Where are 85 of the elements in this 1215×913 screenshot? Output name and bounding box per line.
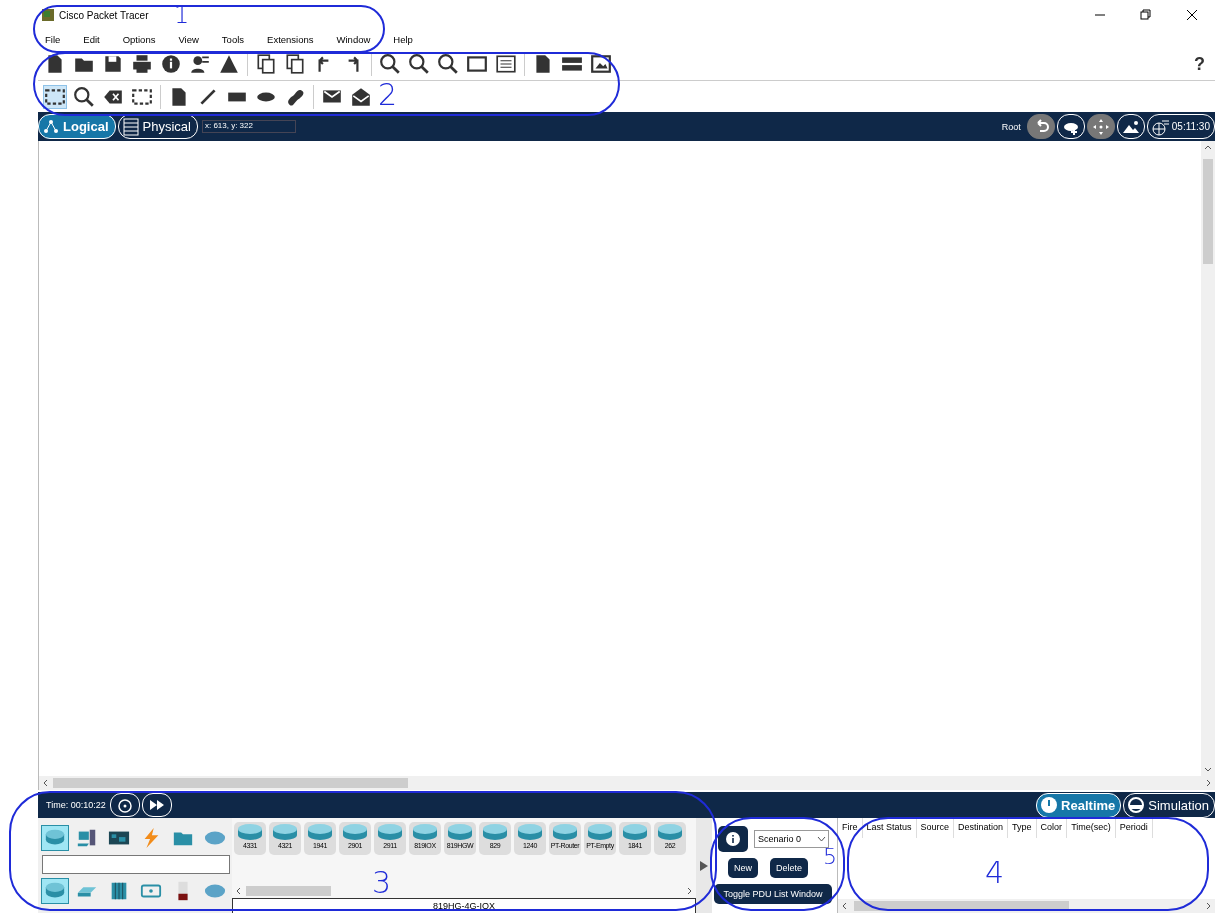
reset-time-button[interactable] [109, 793, 140, 817]
paste-icon[interactable] [284, 53, 306, 75]
annotation-number: 2 [378, 80, 398, 110]
search-icon[interactable] [73, 85, 95, 108]
scenario-button[interactable]: Delete [770, 858, 809, 878]
move-icon [1091, 117, 1110, 136]
clock-icon [1040, 796, 1059, 814]
network-icon [43, 118, 59, 135]
menu-item[interactable]: Edit [83, 33, 100, 45]
reset-icon [116, 797, 133, 813]
stopwatch-icon [1127, 796, 1146, 814]
picture-icon[interactable] [590, 53, 612, 75]
router-icon [236, 822, 264, 842]
column-header: Fire [838, 818, 863, 838]
annotation-number: 5 [823, 846, 837, 868]
menu-item[interactable]: File [45, 33, 61, 45]
scenario-button[interactable]: New [728, 858, 758, 878]
annotation-number: 3 [372, 868, 392, 898]
column-header: Type [1008, 818, 1037, 838]
router-icon [481, 822, 509, 842]
menu-item[interactable]: View [178, 33, 199, 45]
fast-forward-icon [148, 797, 165, 813]
router-icon [446, 822, 474, 842]
help-button[interactable]: ? [1194, 53, 1205, 75]
zoom-in-icon[interactable] [379, 53, 401, 75]
window-title: Cisco Packet Tracer [59, 9, 149, 21]
annotation-number: 4 [985, 858, 1005, 888]
cursor-position: x: 613, y: 322 [201, 120, 296, 133]
vertical-scrollbar[interactable] [1201, 141, 1215, 776]
printer-icon[interactable] [131, 53, 153, 75]
list-icon[interactable] [495, 53, 517, 75]
toggle-pdu-list-button[interactable]: Toggle PDU List Window [714, 884, 832, 904]
column-header: Last Status [862, 818, 917, 838]
router-icon [271, 822, 299, 842]
scroll-thumb[interactable] [246, 886, 331, 896]
simulation-time: Time: 00:10:22 [46, 800, 106, 810]
menu-item[interactable]: Options [122, 33, 156, 45]
info-icon [726, 832, 740, 846]
device-search-field[interactable] [42, 855, 230, 874]
info-button[interactable] [718, 826, 748, 852]
expand-arrow-icon[interactable] [700, 860, 708, 871]
chevron-down-icon [817, 836, 826, 842]
menu-item[interactable]: Help [393, 33, 413, 45]
info-icon[interactable] [160, 53, 182, 75]
horizontal-scrollbar[interactable] [38, 776, 1215, 790]
window-icon[interactable] [466, 53, 488, 75]
router-icon [516, 822, 544, 842]
scenario-dropdown[interactable]: Scenario 0 [754, 830, 829, 848]
router-icon [656, 822, 684, 842]
router-icon [551, 822, 579, 842]
copy-icon[interactable] [255, 53, 277, 75]
globe-icon [1151, 117, 1170, 136]
scroll-thumb[interactable] [53, 778, 408, 788]
router-icon [621, 822, 649, 842]
rack-icon [122, 117, 139, 136]
router-icon [306, 822, 334, 842]
router-icon [341, 822, 369, 842]
mode-tab[interactable]: Realtime [1036, 792, 1122, 818]
scroll-thumb[interactable] [854, 901, 1069, 911]
column-header: Color [1036, 818, 1068, 838]
router-icon [586, 822, 614, 842]
zoom-reset-icon[interactable] [408, 53, 430, 75]
clock: 05:11:30 [1146, 114, 1215, 139]
cloud-button[interactable] [1056, 114, 1085, 139]
zoom-out-icon[interactable] [437, 53, 459, 75]
menu-item[interactable]: Tools [221, 33, 245, 45]
router-icon [376, 822, 404, 842]
workspace-tab[interactable]: Logical [38, 114, 116, 139]
column-header: Time(sec) [1067, 818, 1116, 838]
user-icon[interactable] [189, 53, 211, 75]
back-button[interactable] [1026, 114, 1055, 139]
app-icon [42, 9, 54, 21]
save-icon[interactable] [102, 53, 124, 75]
scroll-thumb[interactable] [1203, 159, 1213, 264]
column-header: Source [916, 818, 955, 838]
mode-tab[interactable]: Simulation [1123, 792, 1215, 818]
fast-forward-button[interactable] [141, 793, 172, 817]
menu-item[interactable]: Window [336, 33, 371, 45]
column-header: Destination [954, 818, 1009, 838]
column-header: Periodi [1115, 818, 1153, 838]
router-icon [411, 822, 439, 842]
move-button[interactable] [1086, 114, 1115, 139]
root-label: Root [1001, 121, 1021, 132]
pyramid-icon[interactable] [218, 53, 240, 75]
menu-item[interactable]: Extensions [267, 33, 314, 45]
